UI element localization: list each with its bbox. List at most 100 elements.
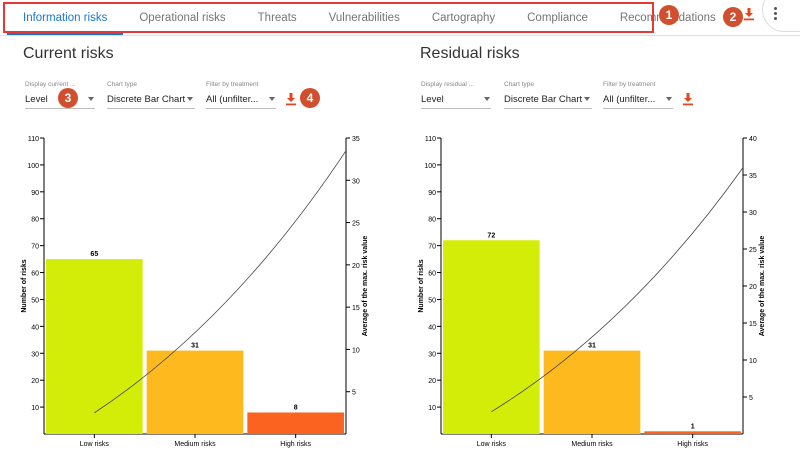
y-axis-label: Number of risks <box>21 259 28 312</box>
callout-badge-1: 1 <box>659 5 679 25</box>
chart-type-label: Chart type <box>504 81 534 88</box>
arrow-drop-down-icon <box>88 97 94 101</box>
arrow-drop-down-icon <box>269 97 275 101</box>
bar-value-label: 1 <box>691 423 695 430</box>
y2-tick-label: 5 <box>749 395 753 402</box>
y2-tick-label: 10 <box>352 347 360 354</box>
tab-bar: Information risks Operational risks Thre… <box>0 0 800 36</box>
chart-type-label: Chart type <box>107 81 137 88</box>
y-tick-label: 50 <box>428 297 436 304</box>
x-tick-label: Low risks <box>477 441 507 448</box>
x-tick-label: Medium risks <box>174 441 216 448</box>
chart-type-select[interactable]: Chart type Discrete Bar Chart <box>504 81 592 109</box>
chart-type-select[interactable]: Chart type Discrete Bar Chart <box>107 81 195 109</box>
y-tick-label: 30 <box>428 351 436 358</box>
y-tick-label: 100 <box>27 163 39 170</box>
y-tick-label: 40 <box>428 324 436 331</box>
arrow-drop-down-icon <box>187 97 193 101</box>
y-tick-label: 110 <box>425 136 436 143</box>
download-icon[interactable] <box>742 7 756 21</box>
y2-tick-label: 35 <box>749 173 757 180</box>
display-residual-select[interactable]: Display residual ... Level <box>421 81 491 109</box>
download-icon[interactable] <box>284 92 298 106</box>
y2-tick-label: 20 <box>352 263 360 270</box>
x-tick-label: Low risks <box>80 441 110 448</box>
y2-tick-label: 35 <box>352 136 360 143</box>
y2-axis-label: Average of the max. risk value <box>362 236 369 337</box>
y-tick-label: 40 <box>31 324 39 331</box>
y-tick-label: 10 <box>31 405 39 412</box>
tab-cartography[interactable]: Cartography <box>416 3 511 33</box>
y2-tick-label: 30 <box>352 178 360 185</box>
residual-risks-chart-svg: 102030405060708090100110Number of risks5… <box>418 136 766 448</box>
y2-tick-label: 10 <box>749 358 757 365</box>
y-tick-label: 20 <box>428 378 436 385</box>
bar-high-risks <box>247 412 344 434</box>
x-tick-label: High risks <box>677 441 708 448</box>
filter-treatment-value: All (unfilter... <box>603 94 656 105</box>
bar-low-risks <box>46 259 143 434</box>
y-tick-label: 60 <box>428 271 436 278</box>
display-current-value: Level <box>25 94 48 105</box>
bar-value-label: 31 <box>588 343 596 350</box>
filter-treatment-label: Filter by treatment <box>206 81 259 88</box>
arrow-drop-down-icon <box>484 97 490 101</box>
y2-tick-label: 15 <box>749 321 757 328</box>
tab-list: Information risks Operational risks Thre… <box>7 2 732 35</box>
y-tick-label: 70 <box>31 244 39 251</box>
residual-risks-chart: 10 20 30 40 50 60 70 80 90 100 110 Number of risks 5… <box>400 128 800 458</box>
tab-information-risks[interactable]: Information risks <box>7 3 124 35</box>
bar-medium-risks <box>543 350 641 434</box>
x-tick-label: Medium risks <box>571 441 613 448</box>
callout-badge-2: 2 <box>723 7 743 27</box>
tab-compliance[interactable]: Compliance <box>511 3 604 33</box>
y2-tick-label: 25 <box>352 221 360 228</box>
current-risks-chart-svg: 10 20 30 40 50 60 70 80 90 100 110 Number of risks 5… <box>21 136 369 448</box>
callout-badge-4: 4 <box>300 88 320 108</box>
chart-type-value: Discrete Bar Chart <box>504 94 583 105</box>
y-tick-label: 10 <box>428 405 436 412</box>
y2-tick-label: 5 <box>352 390 356 397</box>
y-tick-label: 100 <box>424 163 436 170</box>
y-tick-label: 90 <box>428 190 436 197</box>
filter-treatment-value: All (unfilter... <box>206 94 259 105</box>
filter-treatment-select[interactable]: Filter by treatment All (unfilter... <box>206 81 276 109</box>
y-tick-label: 110 <box>28 136 39 143</box>
residual-risks-title: Residual risks <box>420 45 520 62</box>
bar-value-label: 31 <box>191 343 199 350</box>
arrow-drop-down-icon <box>584 97 590 101</box>
display-residual-value: Level <box>421 94 444 105</box>
tab-threats[interactable]: Threats <box>242 3 313 33</box>
y2-tick-label: 40 <box>749 136 757 143</box>
arrow-drop-down-icon <box>666 97 672 101</box>
filter-treatment-label: Filter by treatment <box>603 81 656 88</box>
filter-treatment-select[interactable]: Filter by treatment All (unfilter... <box>603 81 673 109</box>
y-tick-label: 20 <box>31 378 39 385</box>
y2-tick-label: 25 <box>749 247 757 254</box>
bar-value-label: 65 <box>90 251 98 258</box>
tab-operational-risks[interactable]: Operational risks <box>123 3 241 33</box>
y2-tick-label: 30 <box>749 210 757 217</box>
display-residual-label: Display residual ... <box>421 81 475 88</box>
y-tick-label: 30 <box>31 351 39 358</box>
x-tick-label: High risks <box>280 441 311 448</box>
y-tick-label: 70 <box>428 244 436 251</box>
y2-tick-label: 20 <box>749 284 757 291</box>
current-risks-chart: 10 20 30 40 50 60 70 80 90 100 110 Number of risks 5… <box>0 128 400 458</box>
download-icon[interactable] <box>681 92 695 106</box>
y-tick-label: 50 <box>31 297 39 304</box>
display-current-label: Display current ... <box>25 81 76 88</box>
callout-badge-3: 3 <box>58 88 78 108</box>
y-axis-label: Number of risks <box>418 259 425 312</box>
y2-tick-label: 15 <box>352 305 360 312</box>
chart-type-value: Discrete Bar Chart <box>107 94 186 105</box>
bar-high-risks <box>644 431 741 434</box>
current-risks-title: Current risks <box>23 45 114 62</box>
y-tick-label: 80 <box>428 217 436 224</box>
bar-value-label: 72 <box>487 232 495 239</box>
bar-low-risks <box>443 240 540 434</box>
y-tick-label: 90 <box>31 190 39 197</box>
y2-axis-label: Average of the max. risk value <box>759 236 766 337</box>
y-tick-label: 80 <box>31 217 39 224</box>
tab-vulnerabilities[interactable]: Vulnerabilities <box>313 3 416 33</box>
